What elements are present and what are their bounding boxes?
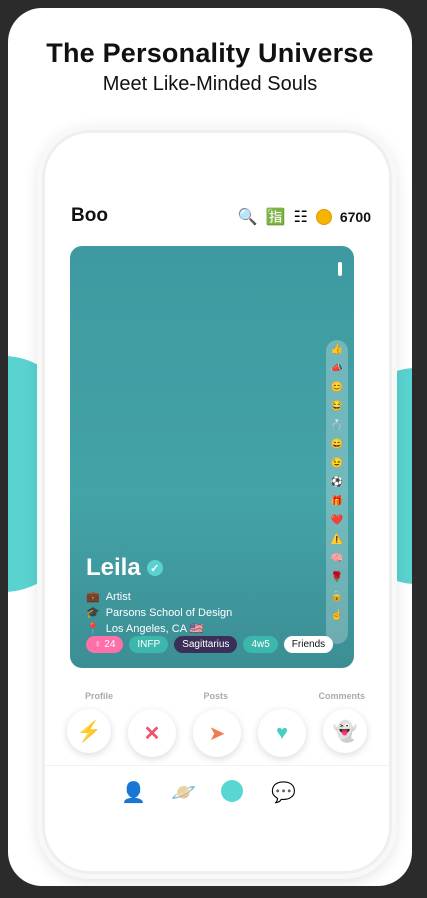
profile-photo[interactable]: 👍 📣 😊 😂 💍 😄 😉 ⚽ 🎁 ❤️ ⚠️ 🧠 🌹 🔒 ☝️ Leila ✓ <box>70 246 354 668</box>
profile-tags: ♀ 24 INFP Sagittarius 4w5 Friends <box>86 636 334 653</box>
emoji-gift-icon[interactable]: 🎁 <box>326 492 348 511</box>
photo-scrollbar <box>338 262 342 276</box>
action-buttons: ⚡ ✕ ➤ ♥ 👻 <box>67 709 367 757</box>
tab-posts[interactable]: Posts <box>203 691 228 701</box>
headline-title: The Personality Universe <box>46 38 374 68</box>
tag-zodiac: Sagittarius <box>174 636 238 653</box>
tag-looking-for: Friends <box>283 636 334 653</box>
coin-icon <box>315 209 332 225</box>
profile-name: Leila ✓ <box>86 554 163 582</box>
emoji-laugh-icon[interactable]: 😂 <box>326 397 348 416</box>
app-topbar: Boo 🔍 🈯 ☷ 6700 <box>71 205 371 229</box>
emoji-smile-icon[interactable]: 😊 <box>326 378 348 397</box>
coin-count: 6700 <box>339 209 371 225</box>
emoji-hand-icon[interactable]: ☝️ <box>326 606 348 625</box>
promo-card: The Personality Universe Meet Like-Minde… <box>8 8 412 886</box>
translate-icon[interactable]: 🈯 <box>266 207 286 227</box>
nav-chat-icon[interactable]: 💬 <box>271 780 296 805</box>
home-dot <box>221 780 243 802</box>
emoji-thumb-icon[interactable]: 👍 <box>326 340 348 359</box>
school-text: Parsons School of Design <box>105 606 233 619</box>
tag-mbti: INFP <box>129 636 169 653</box>
occupation-text: Artist <box>105 590 131 603</box>
emoji-ring-icon[interactable]: 💍 <box>326 416 348 435</box>
ghost-icon: 👻 <box>332 720 358 743</box>
tag-enneagram: 4w5 <box>243 636 278 653</box>
emoji-heart-icon[interactable]: ❤️ <box>326 511 348 530</box>
emoji-megaphone-icon[interactable]: 📣 <box>326 359 348 378</box>
location-pin-icon: 📍 <box>86 623 100 635</box>
nav-explore-icon[interactable]: 🪐 <box>171 780 196 805</box>
school-row: 🎓 Parsons School of Design <box>86 606 233 620</box>
briefcase-icon: 💼 <box>86 591 100 603</box>
emoji-brain-icon[interactable]: 🧠 <box>326 549 348 568</box>
emoji-grin-icon[interactable]: 😄 <box>326 435 348 454</box>
emoji-lock-icon[interactable]: 🔒 <box>326 587 348 606</box>
like-button[interactable]: ♥ <box>258 709 306 757</box>
tab-comments[interactable]: Comments <box>318 691 365 701</box>
location-text: Los Angeles, CA 🇺🇸 <box>105 623 204 635</box>
emoji-warning-icon[interactable]: ⚠️ <box>326 530 348 549</box>
phone-frame: Boo 🔍 🈯 ☷ 6700 👍 📣 😊 😂 💍 😄 😉 ⚽ 🎁 ❤️ ⚠️ 🧠… <box>42 130 392 874</box>
verified-icon: ✓ <box>146 560 163 576</box>
close-icon: ✕ <box>143 722 161 745</box>
emoji-rose-icon[interactable]: 🌹 <box>326 568 348 587</box>
bottom-nav: 👤 🪐 💬 <box>45 765 389 826</box>
occupation-row: 💼 Artist <box>86 590 131 604</box>
location-row: 📍 Los Angeles, CA 🇺🇸 <box>86 622 203 635</box>
pass-button[interactable]: ✕ <box>128 709 176 757</box>
profile-name-text: Leila <box>86 554 141 581</box>
send-icon: ➤ <box>208 722 226 745</box>
tab-profile[interactable]: Profile <box>85 691 113 701</box>
search-icon[interactable]: 🔍 <box>238 207 258 227</box>
emoji-ball-icon[interactable]: ⚽ <box>326 473 348 492</box>
bolt-icon: ⚡ <box>76 720 102 743</box>
nav-home-icon[interactable] <box>221 780 243 808</box>
profile-tabs: Profile Posts Comments <box>85 691 365 701</box>
headline-subtitle: Meet Like-Minded Souls <box>102 73 318 95</box>
filter-icon[interactable]: ☷ <box>294 207 308 227</box>
heart-icon: ♥ <box>276 721 288 744</box>
boost-button[interactable]: ⚡ <box>67 709 111 753</box>
topbar-icons: 🔍 🈯 ☷ 6700 <box>238 207 371 227</box>
nav-profile-icon[interactable]: 👤 <box>121 780 146 805</box>
ghost-button[interactable]: 👻 <box>323 709 367 753</box>
headline: The Personality Universe Meet Like-Minde… <box>8 38 412 96</box>
emoji-wink-icon[interactable]: 😉 <box>326 454 348 473</box>
tag-age: ♀ 24 <box>86 636 124 653</box>
app-brand: Boo <box>71 205 108 226</box>
graduation-cap-icon: 🎓 <box>86 607 100 619</box>
message-button[interactable]: ➤ <box>193 709 241 757</box>
emoji-rail[interactable]: 👍 📣 😊 😂 💍 😄 😉 ⚽ 🎁 ❤️ ⚠️ 🧠 🌹 🔒 ☝️ <box>326 340 348 644</box>
